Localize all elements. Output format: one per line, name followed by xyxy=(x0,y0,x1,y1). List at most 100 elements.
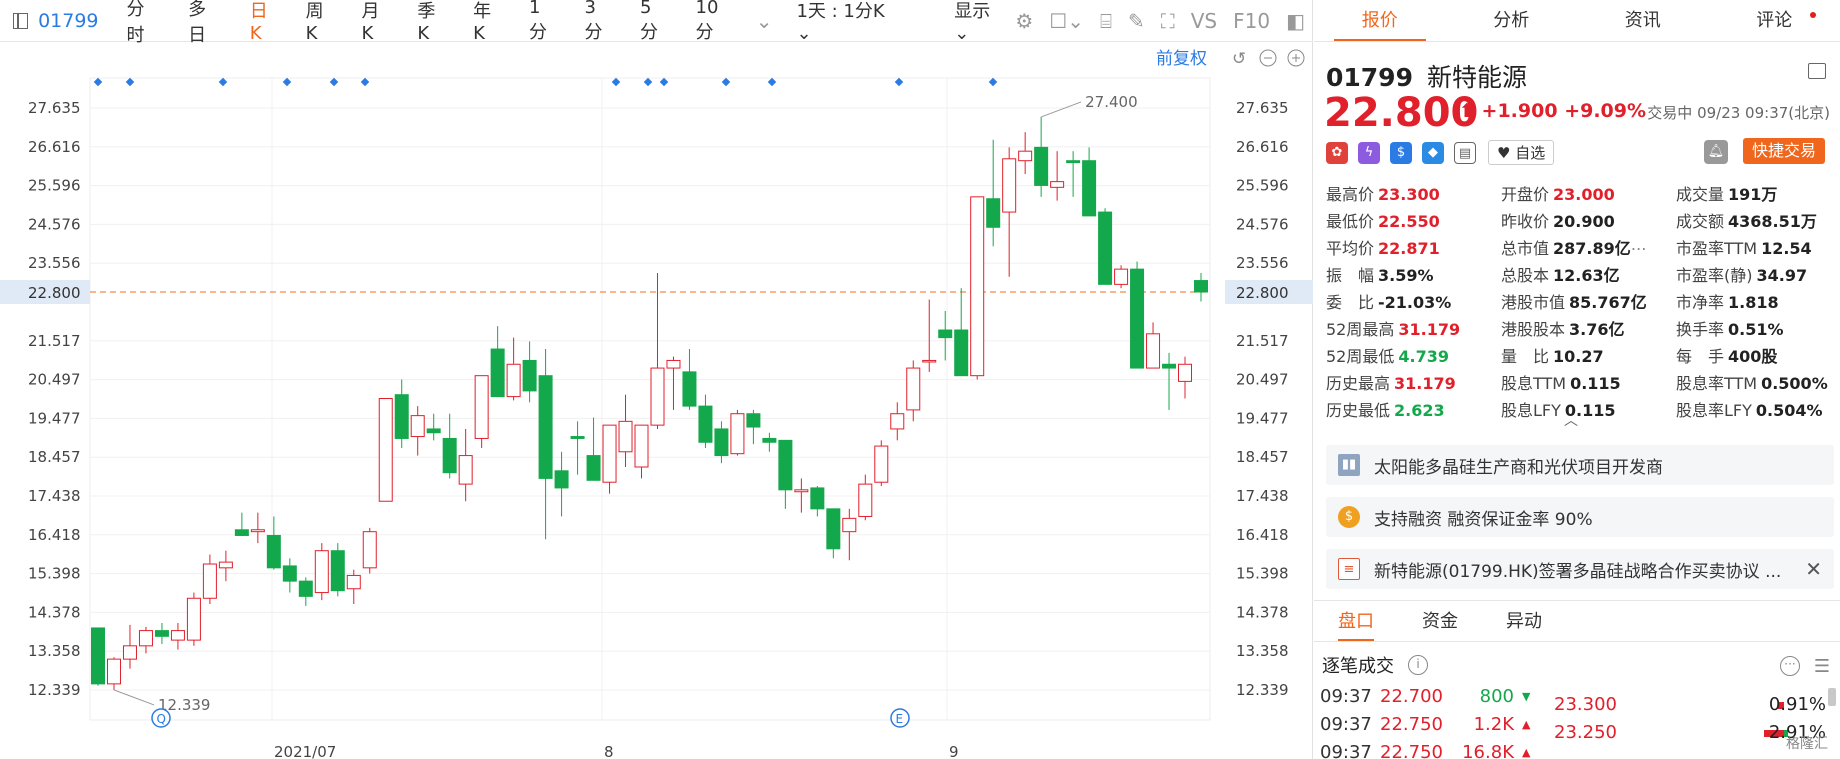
add-watchlist-button[interactable]: ♥ 自选 xyxy=(1488,140,1555,165)
checkbox-icon[interactable]: ☐⌄ xyxy=(1049,9,1084,33)
candle-body xyxy=(218,561,233,569)
candle-body xyxy=(970,196,985,377)
book-icon[interactable]: ▤ xyxy=(1454,141,1476,164)
stat-label: 昨收价 xyxy=(1501,212,1550,231)
tag-icon[interactable]: ◆ xyxy=(1422,141,1444,164)
candle-body xyxy=(138,630,153,647)
candle-body xyxy=(778,439,793,491)
lightning-icon[interactable]: ϟ xyxy=(1358,141,1380,164)
more-icon[interactable]: ··· xyxy=(1780,656,1800,676)
y-tick-label-right: 18.457 xyxy=(1236,448,1289,466)
ticks-list[interactable]: 09:37 22.700 800 ▼ 09:37 22.750 1.2K ▲ 09:37 22.7… xyxy=(1314,685,1840,759)
candle-body xyxy=(1194,280,1208,293)
pencil-icon[interactable]: ✎ xyxy=(1128,9,1145,33)
tab-daily-k[interactable]: 日K xyxy=(250,0,278,44)
tab-news[interactable]: 资讯 xyxy=(1577,0,1709,41)
candle-body xyxy=(1130,268,1145,369)
stat-value: 1.818 xyxy=(1728,293,1779,312)
tab-movement[interactable]: 异动 xyxy=(1482,601,1566,641)
tab-comments[interactable]: 评论 xyxy=(1709,0,1840,41)
ticks-header: 逐笔成交 i xyxy=(1322,652,1428,678)
tab-orderbook[interactable]: 盘口 xyxy=(1314,601,1398,641)
tab-3min[interactable]: 3分 xyxy=(585,0,613,44)
collapse-caret-icon[interactable]: ︿ xyxy=(1564,410,1578,430)
list-icon[interactable]: ☰ xyxy=(1814,656,1830,677)
level-price: 23.250 xyxy=(1554,722,1617,743)
coin-icon: $ xyxy=(1338,506,1360,528)
tab-yearly-k[interactable]: 年K xyxy=(473,0,501,44)
more-icon[interactable]: ⋯ xyxy=(1631,235,1647,262)
stats-row: 52周最高 31.179 港股股本 3.76亿 换手率 0.51% xyxy=(1326,316,1836,343)
panel-toggle-icon[interactable]: ◧ xyxy=(1286,9,1305,33)
tab-intraday[interactable]: 分时 xyxy=(127,0,161,47)
margin-info-row[interactable]: $ 支持融资 融资保证金率 90% xyxy=(1326,497,1834,537)
vs-compare-button[interactable]: VS xyxy=(1191,9,1217,33)
event-badge-letter: E xyxy=(896,712,904,726)
candle-body xyxy=(858,483,873,517)
stat-value: 12.54 xyxy=(1761,239,1812,258)
stat-label: 52周最高 xyxy=(1326,320,1395,339)
candle-body xyxy=(634,424,649,468)
chevron-down-icon[interactable]: ⌄ xyxy=(756,9,773,33)
stats-grid: 最高价 23.300 开盘价 23.000 成交量 191万 最低价 22.550 昨收价 20.… xyxy=(1326,181,1836,424)
stats-row: 委 比 -21.03% 港股市值 85.767亿 市净率 1.818 xyxy=(1326,289,1836,316)
fullscreen-icon[interactable]: ⛶ xyxy=(1161,9,1175,33)
hk-flag-icon[interactable]: ✿ xyxy=(1326,141,1348,164)
reset-icon: ↺ xyxy=(1232,49,1246,69)
candle-body xyxy=(938,329,953,339)
stat-value: 0.115 xyxy=(1570,374,1621,393)
tab-analysis[interactable]: 分析 xyxy=(1446,0,1578,41)
close-icon[interactable]: ✕ xyxy=(1805,557,1822,581)
dollar-icon[interactable]: $ xyxy=(1390,141,1412,164)
stat-label: 成交量 xyxy=(1676,185,1725,204)
quote-panel: 报价 分析 资讯 评论 01799 新特能源 22.800 ⬆ +1.900 +9… xyxy=(1314,0,1840,759)
info-icon[interactable]: i xyxy=(1408,655,1428,675)
stat-label: 最高价 xyxy=(1326,185,1375,204)
quick-trade-button[interactable]: 快捷交易 xyxy=(1743,138,1825,164)
candle-body xyxy=(346,574,361,590)
tick-price: 22.750 xyxy=(1380,742,1443,759)
profile-icon[interactable] xyxy=(1808,63,1826,79)
tab-quarterly-k[interactable]: 季K xyxy=(417,0,445,44)
tab-capital[interactable]: 资金 xyxy=(1398,601,1482,641)
display-select[interactable]: 显示 ⌄ xyxy=(954,0,1007,44)
tab-monthly-k[interactable]: 月K xyxy=(361,0,389,44)
period-select[interactable]: 1天 : 1分K ⌄ xyxy=(796,0,898,44)
tab-5min[interactable]: 5分 xyxy=(640,0,668,44)
stat-label: 股息LFY xyxy=(1501,401,1561,420)
scrollbar[interactable] xyxy=(1828,688,1836,706)
candlestick-chart[interactable]: 27.635 27.635 26.616 26.616 25.596 25.596 24.5… xyxy=(0,42,1313,759)
f10-button[interactable]: F10 xyxy=(1233,9,1270,33)
candle-body xyxy=(378,398,393,502)
stat-value: 12.63亿 xyxy=(1553,266,1620,285)
tab-1min[interactable]: 1分 xyxy=(529,0,557,44)
stat-value: 0.504% xyxy=(1755,401,1823,420)
candle-body xyxy=(810,487,825,510)
company-profile-row[interactable]: ▮▮ 太阳能多晶硅生产商和光伏项目开发商 xyxy=(1326,445,1834,485)
camera-icon[interactable]: ⌸ xyxy=(1100,9,1112,33)
candle-body xyxy=(586,455,601,481)
tab-multiday[interactable]: 多日 xyxy=(188,0,222,47)
right-tabs: 报价 分析 资讯 评论 xyxy=(1314,0,1840,42)
y-tick-label-left: 18.457 xyxy=(28,448,81,466)
stat-label: 股息TTM xyxy=(1501,374,1567,393)
y-tick-label-right: 27.635 xyxy=(1236,99,1289,117)
candle-body xyxy=(458,455,473,485)
stat-value: 85.767亿 xyxy=(1569,293,1647,312)
y-tick-label-left: 23.556 xyxy=(28,254,81,272)
tick-volume: 16.8K xyxy=(1462,742,1514,759)
settings-gear-icon[interactable]: ⚙ xyxy=(1015,9,1033,33)
candle-body xyxy=(1066,160,1081,164)
candle-body xyxy=(842,517,857,533)
tick-time: 09:37 xyxy=(1320,742,1372,759)
candle-body xyxy=(698,405,713,443)
triangle-up-icon: ▲ xyxy=(1522,718,1531,731)
alert-bell-icon[interactable]: 🔔︎ xyxy=(1704,140,1728,164)
tab-weekly-k[interactable]: 周K xyxy=(306,0,334,44)
tab-quote[interactable]: 报价 xyxy=(1314,0,1446,41)
tab-10min[interactable]: 10分 xyxy=(696,0,734,44)
tick-volume: 1.2K xyxy=(1473,714,1514,735)
sidebar-toggle-icon[interactable] xyxy=(13,12,29,29)
candle-body xyxy=(202,563,217,599)
news-row[interactable]: ≡ 新特能源(01799.HK)签署多晶硅战略合作买卖协议 ... ✕ xyxy=(1326,549,1834,589)
